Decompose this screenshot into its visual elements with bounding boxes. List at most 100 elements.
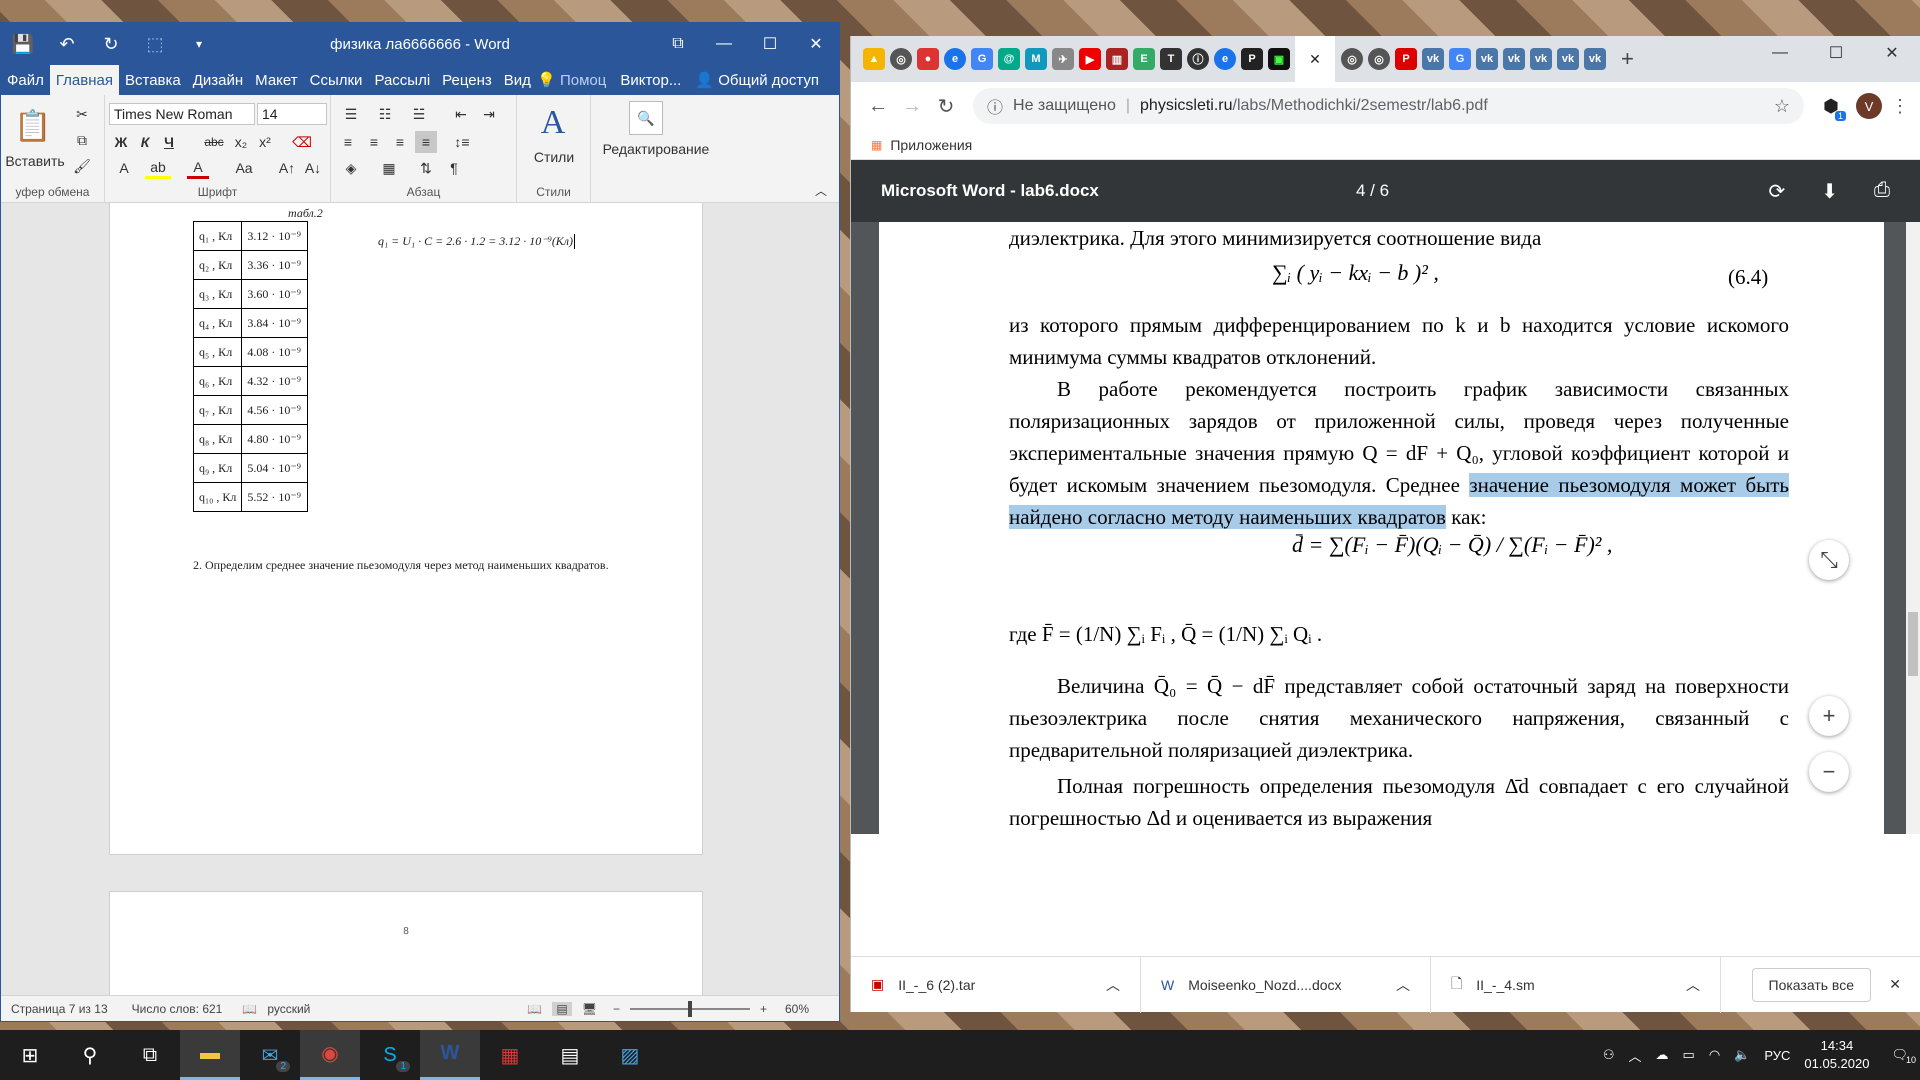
edge-tab-icon[interactable]: e bbox=[944, 48, 966, 70]
font-color-icon[interactable]: A bbox=[187, 157, 209, 179]
chevron-up-icon[interactable]: ︿ bbox=[1686, 975, 1700, 995]
chevron-up-icon[interactable]: ︿ bbox=[1396, 975, 1410, 995]
start-button[interactable]: ⊞ bbox=[0, 1030, 60, 1080]
reload-icon[interactable]: ↻ bbox=[929, 94, 963, 119]
active-tab[interactable]: ✕ bbox=[1295, 36, 1335, 82]
t-tab-icon[interactable]: T bbox=[1160, 48, 1182, 70]
cut-icon[interactable]: ✂ bbox=[69, 103, 95, 125]
charge-value[interactable]: 4.08 · 10⁻⁹ bbox=[241, 337, 309, 367]
search-icon[interactable]: ⚲ bbox=[60, 1030, 120, 1080]
chrome-icon[interactable]: ◉ bbox=[300, 1030, 360, 1080]
skype-icon[interactable]: S1 bbox=[360, 1030, 420, 1080]
edge-tab-icon-2[interactable]: e bbox=[1214, 48, 1236, 70]
charge-label[interactable]: q₇ , Кл bbox=[192, 395, 243, 425]
tab-home[interactable]: Главная bbox=[49, 65, 119, 95]
read-mode-icon[interactable]: 📖 bbox=[527, 1002, 542, 1016]
zoom-out-icon[interactable]: − bbox=[1809, 752, 1849, 792]
word-icon[interactable]: W bbox=[420, 1030, 480, 1080]
download-item[interactable]: ▣ II_-_6 (2).tar ︿ bbox=[851, 956, 1141, 1013]
document-area[interactable]: табл.2 q₁ , Кл 3.12 · 10⁻⁹ q₂ , Кл 3.36 · 1… bbox=[1, 203, 839, 1015]
file-explorer-icon[interactable]: ▬ bbox=[180, 1030, 240, 1080]
apps-icon[interactable]: ▦ bbox=[871, 138, 882, 152]
align-right-icon[interactable]: ≡ bbox=[389, 131, 411, 153]
zoom-slider[interactable] bbox=[629, 1000, 750, 1017]
pdf-scrollbar[interactable] bbox=[1906, 222, 1920, 834]
close-downloads-icon[interactable]: ✕ bbox=[1889, 976, 1901, 993]
styles-button[interactable]: Стили bbox=[519, 147, 589, 167]
network-icon[interactable]: ◠ bbox=[1709, 1047, 1720, 1063]
vk-tab-icon-5[interactable]: vk bbox=[1557, 48, 1579, 70]
youtube-tab-icon[interactable]: ▶ bbox=[1079, 48, 1101, 70]
tab-layout[interactable]: Макет bbox=[249, 65, 303, 95]
tab-insert[interactable]: Вставка bbox=[119, 65, 187, 95]
info-tab-icon[interactable]: ⓘ bbox=[1187, 48, 1209, 70]
save-icon[interactable]: 💾 bbox=[1, 23, 45, 65]
charge-value[interactable]: 4.80 · 10⁻⁹ bbox=[241, 424, 309, 454]
tab-design[interactable]: Дизайн bbox=[187, 65, 249, 95]
scrollbar-thumb[interactable] bbox=[1908, 612, 1918, 676]
bookmark-star-icon[interactable]: ☆ bbox=[1774, 96, 1790, 117]
volume-icon[interactable]: 🔈 bbox=[1734, 1047, 1750, 1063]
decrease-indent-icon[interactable]: ⇤ bbox=[449, 103, 473, 125]
page-count[interactable]: Страница 7 из 13 bbox=[11, 1002, 108, 1016]
terminal-tab-icon[interactable]: ▣ bbox=[1268, 48, 1290, 70]
google-drive-tab-icon[interactable]: ▲ bbox=[863, 48, 885, 70]
tab-view[interactable]: Вид bbox=[498, 65, 537, 95]
grow-font-icon[interactable]: A↑ bbox=[277, 157, 297, 179]
charge-value[interactable]: 3.60 · 10⁻⁹ bbox=[241, 279, 309, 309]
increase-indent-icon[interactable]: ⇥ bbox=[477, 103, 501, 125]
mail-icon[interactable]: ✉ 2 bbox=[240, 1030, 300, 1080]
language-status[interactable]: русский bbox=[267, 1002, 310, 1016]
charge-value[interactable]: 5.52 · 10⁻⁹ bbox=[241, 482, 309, 512]
task-view-icon[interactable]: ⧉ bbox=[120, 1030, 180, 1080]
editing-button[interactable]: Редактирование bbox=[591, 139, 721, 159]
show-hidden-icons-icon[interactable]: ︿ bbox=[1629, 1046, 1642, 1065]
charge-label[interactable]: q₈ , Кл bbox=[192, 424, 243, 454]
highlight-color-icon[interactable]: ab bbox=[145, 157, 171, 179]
fit-page-icon[interactable]: ⤡ bbox=[1809, 540, 1849, 580]
extension-icon[interactable]: ⬢ 1 bbox=[1814, 96, 1848, 121]
security-indicator[interactable]: Не защищено bbox=[1013, 97, 1116, 115]
tab-review[interactable]: Реценз bbox=[436, 65, 498, 95]
font-name-combo[interactable]: Times New Roman bbox=[109, 103, 255, 125]
charge-value[interactable]: 3.36 · 10⁻⁹ bbox=[241, 250, 309, 280]
back-icon[interactable]: ← bbox=[861, 95, 895, 118]
charge-label[interactable]: q₅ , Кл bbox=[192, 337, 243, 367]
print-icon[interactable]: ⎙ bbox=[1874, 179, 1890, 204]
photos-icon[interactable]: ▨ bbox=[600, 1030, 660, 1080]
bold-button[interactable]: Ж bbox=[111, 131, 131, 153]
web-layout-icon[interactable]: 🖥 bbox=[582, 1002, 597, 1016]
change-case-icon[interactable]: Aa bbox=[229, 157, 259, 179]
zoom-out-button[interactable]: − bbox=[613, 1002, 620, 1016]
tab-mailings[interactable]: Рассылі bbox=[368, 65, 436, 95]
copy-icon[interactable]: ⧉ bbox=[69, 129, 95, 151]
vk-tab-icon-6[interactable]: vk bbox=[1584, 48, 1606, 70]
superscript-button[interactable]: x² bbox=[255, 131, 275, 153]
close-button[interactable]: ✕ bbox=[793, 23, 839, 65]
forward-icon[interactable]: → bbox=[895, 95, 929, 118]
styles-icon[interactable]: A bbox=[531, 101, 575, 145]
vk-tab-icon-4[interactable]: vk bbox=[1530, 48, 1552, 70]
format-painter-icon[interactable]: 🖌 bbox=[69, 155, 95, 177]
notifications-icon[interactable]: 🗨 10 bbox=[1891, 1047, 1916, 1065]
chevron-up-icon[interactable]: ︿ bbox=[1106, 975, 1120, 995]
clear-formatting-icon[interactable]: ⌫ bbox=[291, 131, 313, 153]
justify-icon[interactable]: ≡ bbox=[415, 131, 437, 153]
chrome-minimize-button[interactable]: — bbox=[1752, 36, 1808, 70]
pdf-tab-icon[interactable]: P bbox=[1241, 48, 1263, 70]
zoom-in-icon[interactable]: + bbox=[1809, 696, 1849, 736]
charge-value[interactable]: 4.56 · 10⁻⁹ bbox=[241, 395, 309, 425]
library-tab-icon[interactable]: ▥ bbox=[1106, 48, 1128, 70]
tab-file[interactable]: Файл bbox=[1, 65, 50, 95]
show-formatting-icon[interactable]: ¶ bbox=[443, 157, 465, 179]
text-effects-icon[interactable]: A bbox=[111, 157, 137, 179]
google-tab-icon[interactable]: G bbox=[971, 48, 993, 70]
numbering-icon[interactable]: ☷ bbox=[371, 103, 399, 125]
apps-bookmark[interactable]: Приложения bbox=[890, 137, 972, 153]
charge-value[interactable]: 4.32 · 10⁻⁹ bbox=[241, 366, 309, 396]
paste-button[interactable]: Вставить bbox=[3, 151, 67, 171]
input-language[interactable]: РУС bbox=[1764, 1048, 1790, 1063]
chrome-close-button[interactable]: ✕ bbox=[1864, 36, 1920, 70]
pdf-viewport[interactable]: диэлектрика. Для этого минимизируется со… bbox=[851, 222, 1920, 834]
font-size-combo[interactable]: 14 bbox=[257, 103, 327, 125]
